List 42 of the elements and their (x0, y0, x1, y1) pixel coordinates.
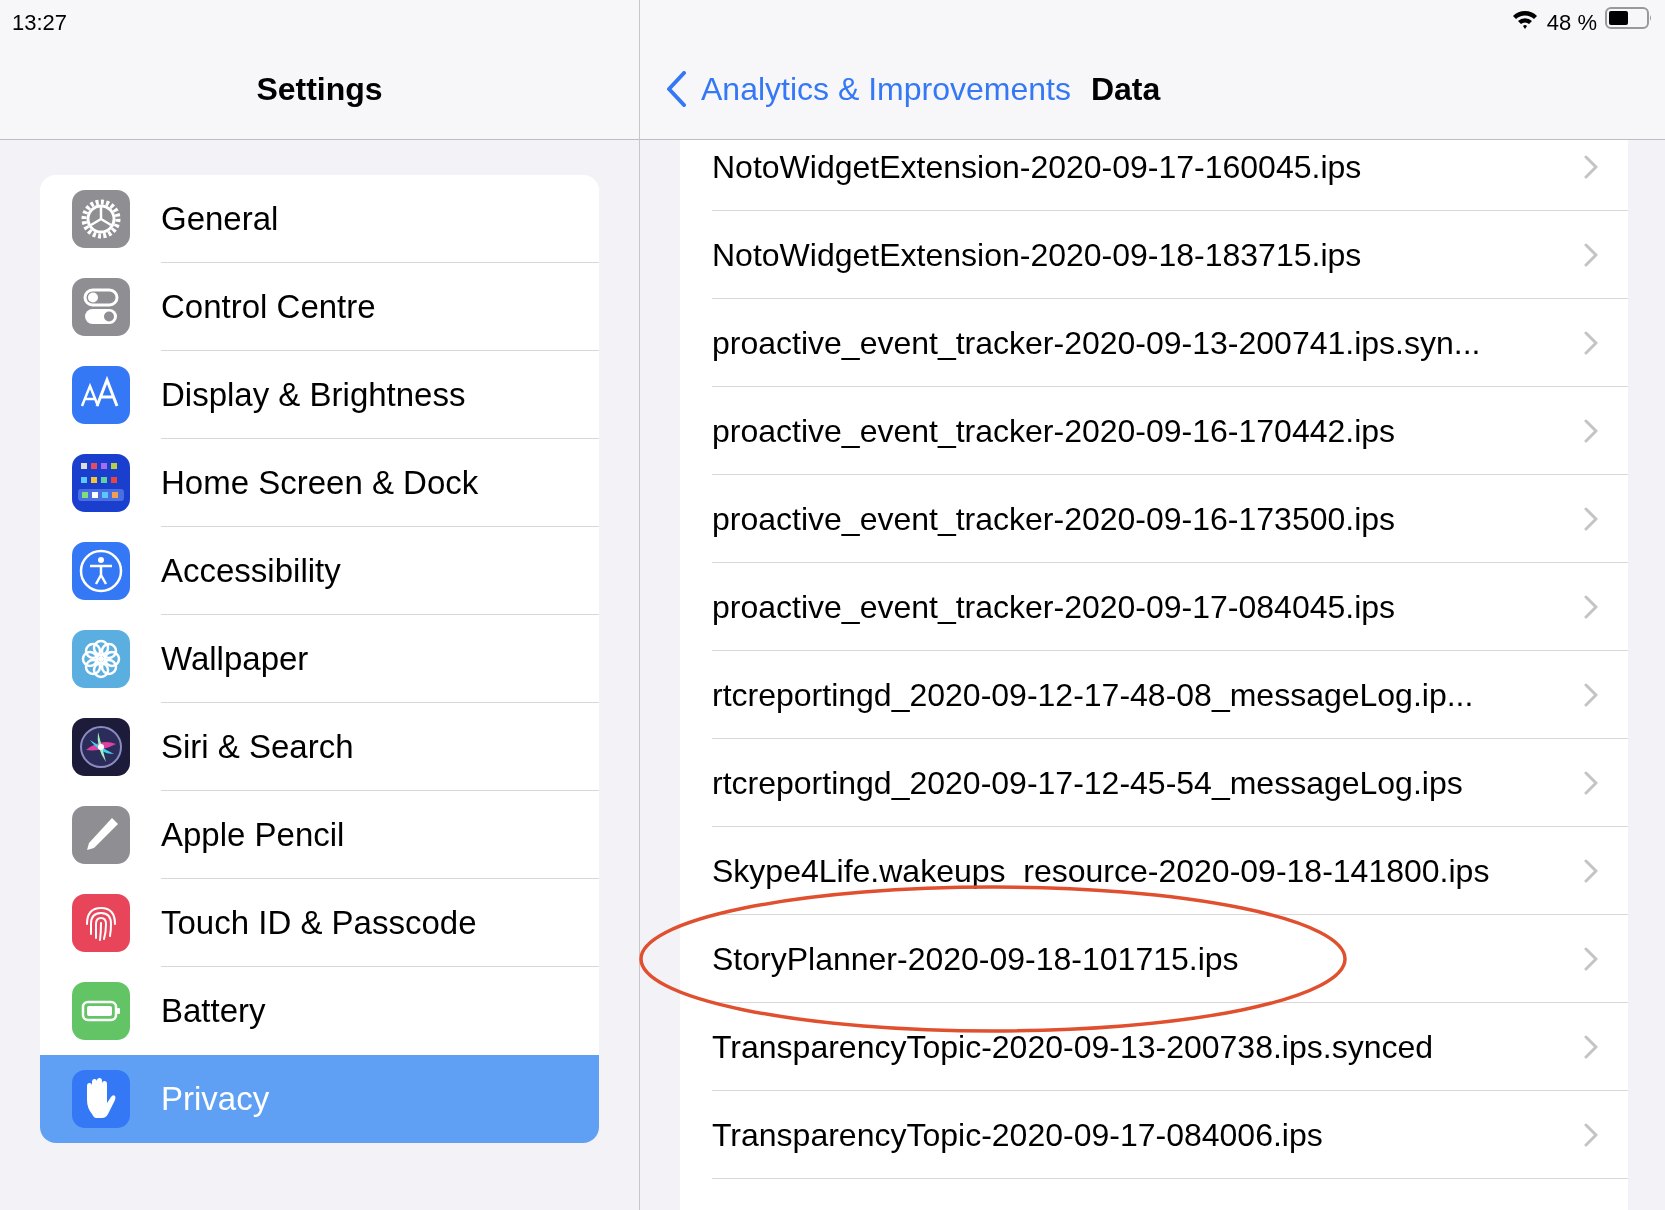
chevron-right-icon (1584, 330, 1598, 355)
chevron-right-icon (1584, 946, 1598, 971)
file-row[interactable]: Skype4Life.wakeups_resource-2020-09-18-141800.ips (712, 827, 1628, 915)
flower-icon (71, 630, 130, 688)
file-row[interactable]: proactive_event_tracker-2020-09-13-200741.ips.syn... (712, 299, 1628, 387)
orb-icon (71, 718, 130, 776)
fingerprint-icon (71, 894, 130, 952)
chevron-right-icon (1584, 242, 1598, 267)
letters-icon (71, 366, 130, 424)
pencil-icon (71, 806, 130, 864)
chevron-right-icon (1584, 770, 1598, 795)
chevron-left-icon (665, 71, 687, 107)
person-icon (71, 542, 130, 600)
back-button[interactable]: Analytics & Improvements (665, 65, 1071, 113)
file-row[interactable]: TransparencyTopic-2020-09-13-200738.ips.synced (712, 1003, 1628, 1091)
file-row[interactable]: StoryPlanner-2020-09-18-101715.ips (712, 915, 1628, 1003)
chevron-right-icon (1584, 154, 1598, 179)
file-row[interactable]: NotoWidgetExtension-2020-09-17-160045.ips (712, 140, 1628, 211)
chevron-right-icon (1584, 1122, 1598, 1147)
file-row[interactable]: proactive_event_tracker-2020-09-16-170442.ips (712, 387, 1628, 475)
file-row[interactable]: proactive_event_tracker-2020-09-16-173500.ips (712, 475, 1628, 563)
gear-icon (71, 190, 130, 248)
file-row[interactable]: NotoWidgetExtension-2020-09-18-183715.ips (712, 211, 1628, 299)
app-grid-icon (71, 454, 130, 512)
file-row[interactable]: proactive_event_tracker-2020-09-17-084045.ips (712, 563, 1628, 651)
file-row[interactable]: TransparencyTopic-2020-09-17-084006.ips (712, 1091, 1628, 1179)
chevron-right-icon (1584, 858, 1598, 883)
status-time: 13:27 (12, 9, 68, 37)
page-title: Data (1090, 70, 1161, 109)
file-row[interactable]: rtcreportingd_2020-09-12-17-48-08_messageLog.ip... (712, 651, 1628, 739)
battery-icon (71, 982, 130, 1040)
battery-percentage: 48 % (1546, 9, 1597, 37)
chevron-right-icon (1584, 506, 1598, 531)
toggles-icon (71, 278, 130, 336)
chevron-right-icon (1584, 418, 1598, 443)
battery-icon (1605, 6, 1653, 30)
chevron-right-icon (1584, 682, 1598, 707)
chevron-right-icon (1584, 1034, 1598, 1059)
file-row[interactable]: rtcreportingd_2020-09-17-12-45-54_messageLog.ips (712, 739, 1628, 827)
sidebar-title: Settings (256, 70, 383, 109)
chevron-right-icon (1584, 594, 1598, 619)
hand-icon (71, 1070, 130, 1128)
